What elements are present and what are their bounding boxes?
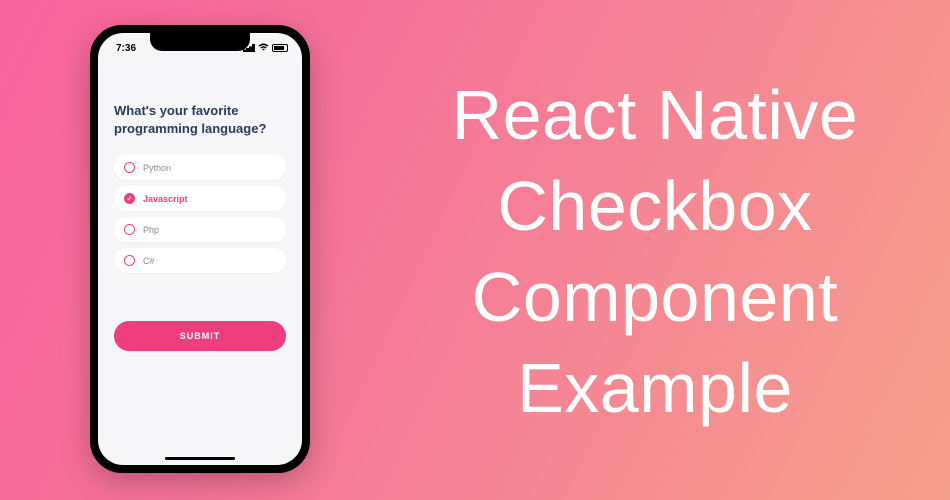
battery-icon	[272, 44, 288, 52]
title-line-3: Component	[472, 258, 838, 336]
notch	[150, 33, 250, 51]
option-csharp[interactable]: C#	[114, 248, 286, 273]
option-list: Python Javascript Php C#	[114, 155, 286, 273]
title-line-2: Checkbox	[497, 167, 812, 245]
title-line-4: Example	[517, 349, 793, 427]
home-indicator	[165, 457, 235, 460]
radio-icon	[124, 224, 135, 235]
status-icons	[243, 43, 288, 53]
question-heading: What's your favorite programming languag…	[114, 102, 286, 137]
option-label: Javascript	[143, 194, 188, 204]
wifi-icon	[258, 43, 269, 53]
phone-frame: 7:36 What's your favorite programming la…	[90, 25, 310, 473]
submit-button[interactable]: SUBMIT	[114, 321, 286, 351]
title-line-1: React Native	[452, 76, 859, 154]
option-label: Php	[143, 225, 159, 235]
option-javascript[interactable]: Javascript	[114, 186, 286, 211]
radio-checked-icon	[124, 193, 135, 204]
submit-label: SUBMIT	[180, 331, 221, 341]
page-title: React Native Checkbox Component Example	[380, 70, 930, 434]
radio-icon	[124, 255, 135, 266]
phone-screen: 7:36 What's your favorite programming la…	[98, 33, 302, 465]
option-php[interactable]: Php	[114, 217, 286, 242]
app-content: What's your favorite programming languag…	[98, 57, 302, 351]
option-label: C#	[143, 256, 155, 266]
status-time: 7:36	[116, 43, 136, 54]
option-python[interactable]: Python	[114, 155, 286, 180]
radio-icon	[124, 162, 135, 173]
option-label: Python	[143, 163, 171, 173]
